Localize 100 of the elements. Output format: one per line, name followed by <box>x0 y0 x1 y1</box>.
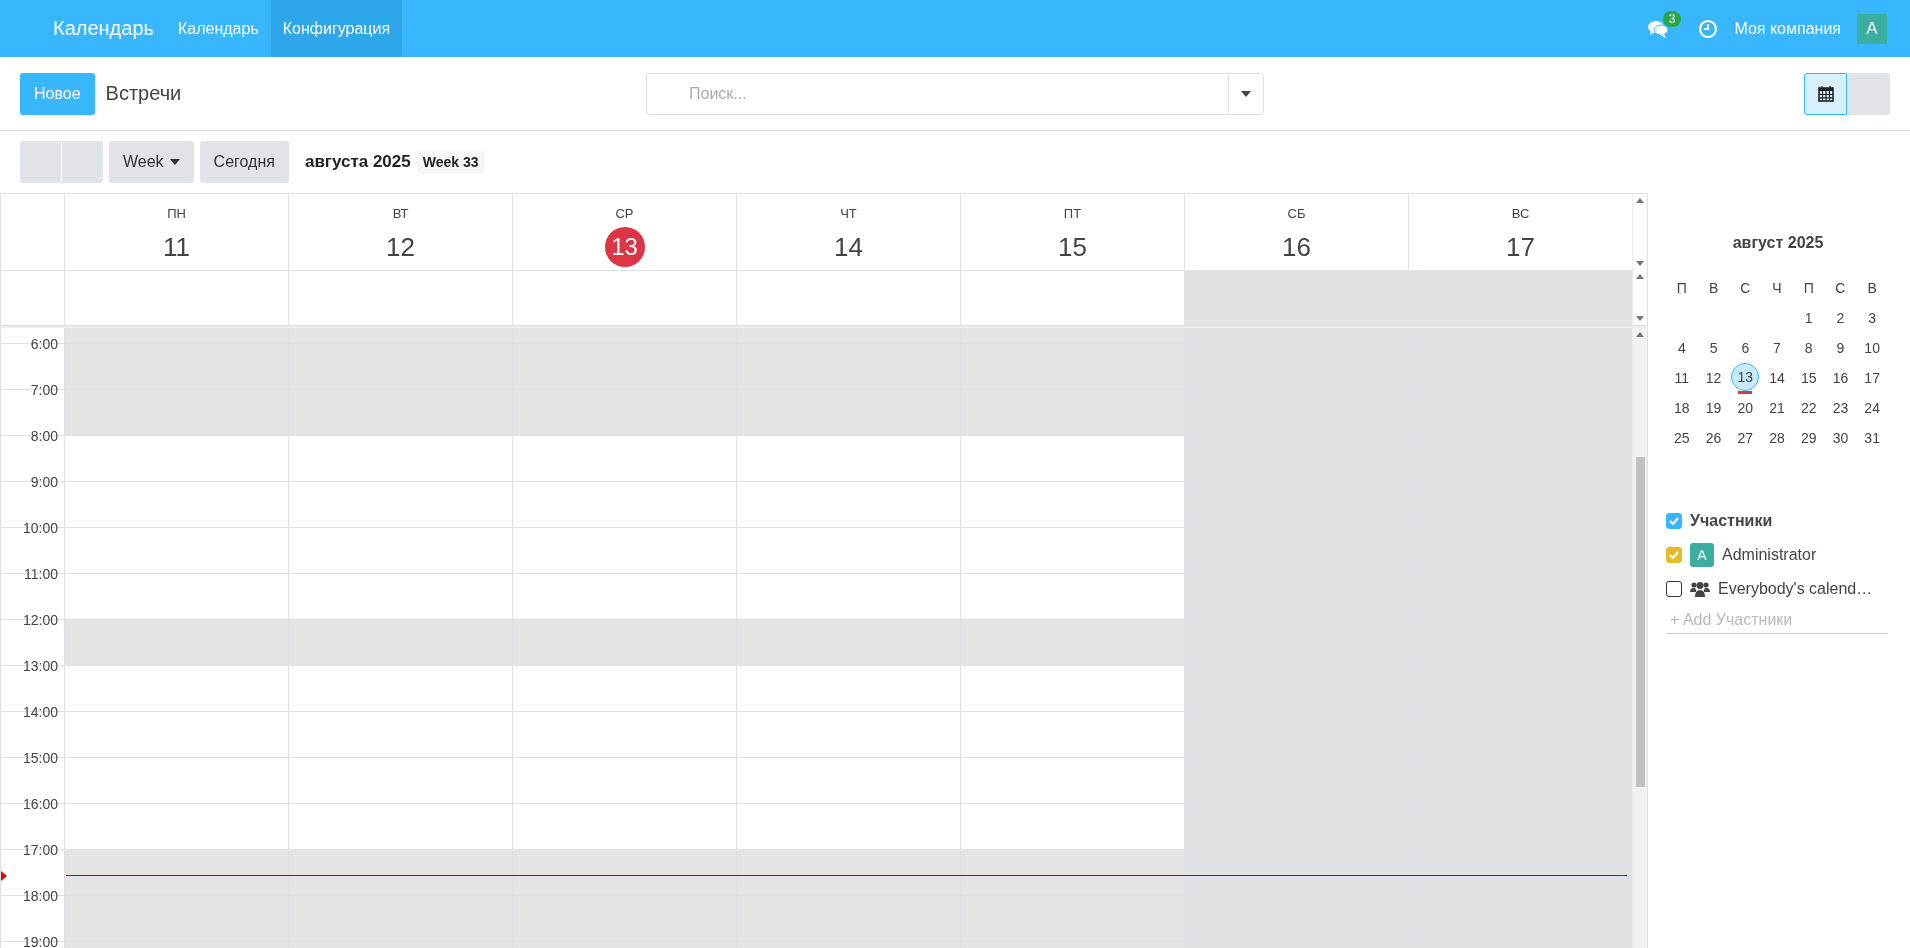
checkbox[interactable] <box>1666 547 1682 563</box>
clock-icon[interactable] <box>1698 18 1719 39</box>
weekday-label: СБ <box>1287 206 1306 221</box>
hour-label: 19:00 <box>21 933 59 948</box>
day-number[interactable]: 14 <box>834 227 863 267</box>
mini-calendar-day[interactable]: 22 <box>1792 393 1825 423</box>
mini-calendar-day[interactable]: 18 <box>1666 393 1698 423</box>
hour-label: 9:00 <box>29 473 59 491</box>
calendar-icon <box>1817 85 1834 102</box>
hour-label: 6:00 <box>29 335 59 353</box>
mini-calendar-day[interactable]: 30 <box>1824 423 1857 453</box>
scroll-up-icon[interactable] <box>1636 198 1644 203</box>
hour-label: 10:00 <box>21 519 59 537</box>
all-day-cell[interactable] <box>1184 270 1408 325</box>
time-slot[interactable] <box>736 849 960 895</box>
mini-calendar-day[interactable]: 13 <box>1731 363 1760 391</box>
weekday-label: С <box>1739 279 1752 298</box>
day-number[interactable]: 12 <box>386 227 415 267</box>
mini-calendar-day[interactable]: 20 <box>1729 393 1762 423</box>
day-number[interactable]: 17 <box>1506 227 1535 267</box>
scale-dropdown[interactable]: Week <box>109 141 194 183</box>
mini-calendar-day[interactable]: 17 <box>1856 363 1888 393</box>
hour-label: 11:00 <box>23 565 59 583</box>
mini-calendar-day[interactable]: 23 <box>1824 393 1857 423</box>
mini-calendar-day[interactable]: 12 <box>1697 363 1730 393</box>
search-options-button[interactable] <box>1228 72 1264 115</box>
weekday-label: Ч <box>1771 279 1783 298</box>
mini-calendar-day[interactable]: 27 <box>1729 423 1762 453</box>
weekday-label: П <box>1675 279 1688 298</box>
mini-calendar-day[interactable]: 9 <box>1824 333 1857 363</box>
mini-calendar-day[interactable]: 16 <box>1824 363 1857 393</box>
mini-calendar-day[interactable]: 28 <box>1761 423 1793 453</box>
today-button[interactable]: Сегодня <box>199 141 289 183</box>
hour-label: 8:00 <box>29 427 59 445</box>
weekday-label: С <box>1834 279 1847 298</box>
mini-calendar-day[interactable]: 6 <box>1729 333 1762 363</box>
month-title: август 2025 <box>1731 233 1825 253</box>
mini-calendar-day[interactable]: 8 <box>1792 333 1825 363</box>
mini-calendar-day[interactable]: 19 <box>1697 393 1730 423</box>
caret-icon <box>169 159 180 165</box>
period-title: августа 2025 <box>304 152 411 172</box>
mini-calendar-day[interactable]: 14 <box>1761 363 1793 393</box>
all-day-cell[interactable] <box>1408 270 1632 325</box>
mini-calendar-day[interactable]: 2 <box>1824 303 1857 333</box>
next-button[interactable] <box>62 141 103 183</box>
day-number[interactable]: 16 <box>1282 227 1311 267</box>
time-slot[interactable] <box>64 849 288 895</box>
weekday-label: ЧТ <box>840 206 857 221</box>
scrollbar[interactable] <box>1632 328 1647 948</box>
weekday-label: ВС <box>1511 206 1530 221</box>
mini-calendar-day[interactable]: 11 <box>1666 363 1698 393</box>
time-slot[interactable] <box>960 849 1184 895</box>
time-slot[interactable] <box>288 849 512 895</box>
check-icon <box>1669 551 1679 559</box>
checkbox[interactable] <box>1666 581 1682 597</box>
hour-label: 7:00 <box>29 381 59 399</box>
scroll-down-icon[interactable] <box>1636 261 1644 266</box>
weekday-label: В <box>1866 279 1878 298</box>
time-slot[interactable] <box>512 849 736 895</box>
mini-calendar-day[interactable]: 15 <box>1792 363 1825 393</box>
hour-label: 13:00 <box>21 657 59 675</box>
mini-calendar-day[interactable]: 31 <box>1856 423 1888 453</box>
check-icon <box>1669 517 1679 525</box>
scroll-down-icon[interactable] <box>1636 316 1644 321</box>
hour-label: 12:00 <box>21 611 59 629</box>
mini-calendar-day[interactable]: 5 <box>1697 333 1730 363</box>
mini-calendar-day[interactable]: 3 <box>1856 303 1888 333</box>
filter-label: Everybody's calend… <box>1718 580 1873 598</box>
mini-calendar-day[interactable]: 29 <box>1792 423 1825 453</box>
weekday-label: В <box>1707 279 1720 298</box>
weekday-label: ПТ <box>1063 206 1082 221</box>
scroll-up-icon[interactable] <box>1636 332 1644 337</box>
day-number[interactable]: 11 <box>163 227 190 267</box>
day-number[interactable]: 15 <box>1058 227 1087 267</box>
filter-label: Участники <box>1690 512 1773 530</box>
mini-calendar-day[interactable]: 7 <box>1761 333 1793 363</box>
user-avatar: A <box>1690 543 1714 567</box>
hour-label: 15:00 <box>21 749 59 767</box>
mini-calendar-day[interactable]: 1 <box>1792 303 1825 333</box>
people-icon <box>1690 581 1710 597</box>
page-title: Встречи <box>105 82 182 105</box>
filter-label: Administrator <box>1722 546 1817 564</box>
hour-label: 17:00 <box>21 841 59 859</box>
weekday-label: СР <box>615 206 634 221</box>
hour-label: 16:00 <box>21 795 59 813</box>
mini-calendar-day[interactable]: 24 <box>1856 393 1888 423</box>
mini-calendar-day[interactable]: 21 <box>1761 393 1793 423</box>
scroll-up-icon[interactable] <box>1636 274 1644 279</box>
mini-calendar-day[interactable]: 25 <box>1666 423 1698 453</box>
mini-calendar-day[interactable]: 4 <box>1666 333 1698 363</box>
mini-calendar-day[interactable]: 10 <box>1856 333 1888 363</box>
week-badge: Week 33 <box>416 150 485 174</box>
mini-calendar-day[interactable]: 26 <box>1697 423 1730 453</box>
chat-icon[interactable] <box>1648 19 1669 38</box>
calendar-view-button[interactable] <box>1804 72 1847 115</box>
day-number[interactable]: 13 <box>604 227 645 267</box>
search-field[interactable]: Поиск... <box>646 72 1228 115</box>
weekday-label: П <box>1802 279 1815 298</box>
previous-button[interactable] <box>20 141 61 183</box>
checkbox[interactable] <box>1666 513 1682 529</box>
